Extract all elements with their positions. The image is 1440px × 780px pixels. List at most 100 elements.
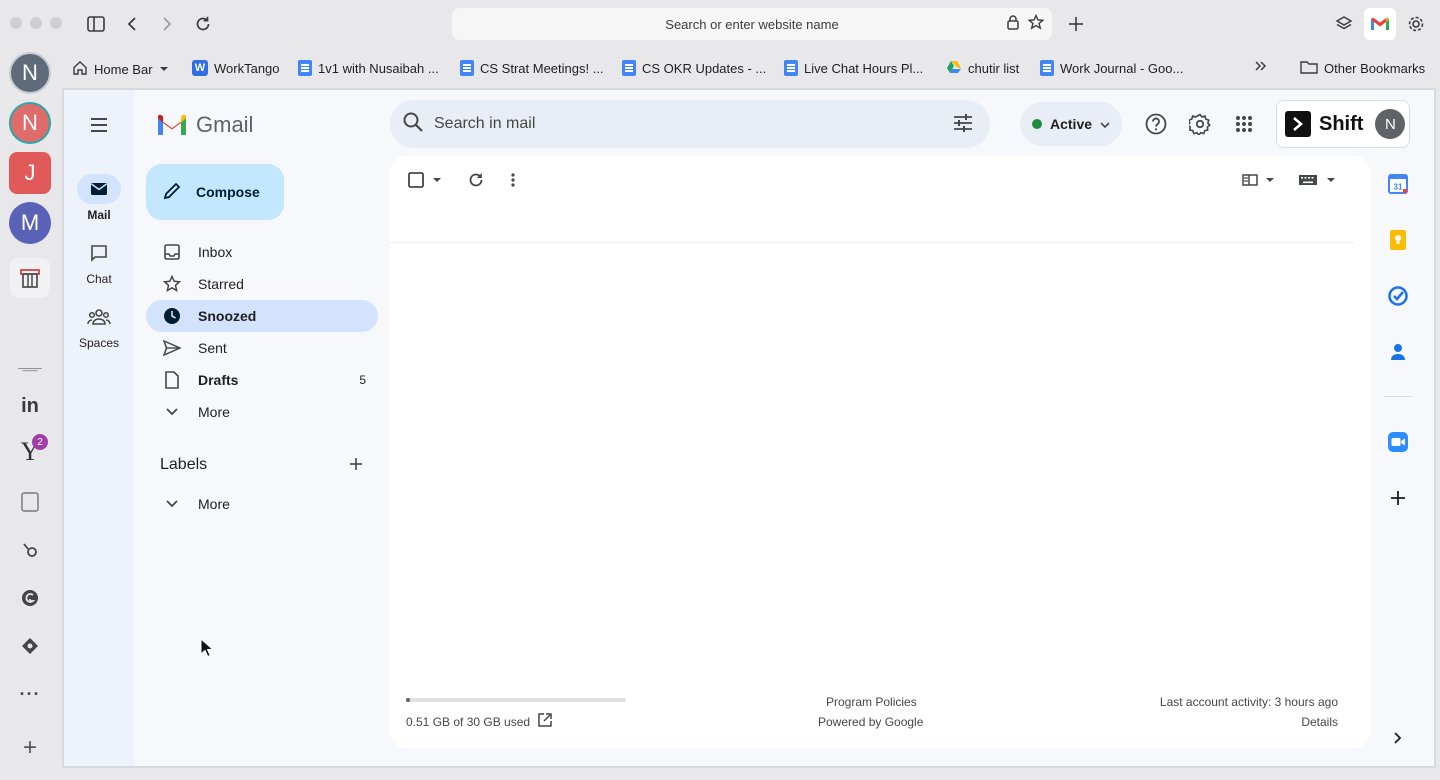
bookmark-home-bar[interactable]: Home Bar xyxy=(72,60,169,79)
forward-icon[interactable] xyxy=(155,12,179,36)
bookmark-label: Work Journal - Goo... xyxy=(1060,60,1184,76)
side-panel-rail: 31 xyxy=(1374,160,1422,760)
avatar[interactable]: M xyxy=(9,202,51,244)
notification-badge: 2 xyxy=(32,434,48,450)
calendar-icon[interactable]: 31 xyxy=(1386,172,1410,196)
avatar[interactable]: N xyxy=(9,52,51,94)
inbox-icon xyxy=(146,244,198,260)
new-tab-icon[interactable] xyxy=(1064,12,1088,36)
zoom-icon[interactable] xyxy=(1386,430,1410,454)
archive-app-icon[interactable] xyxy=(10,258,50,298)
bookmark-cs-strat[interactable]: CS Strat Meetings! ... xyxy=(460,60,604,76)
rail-chat-label: Chat xyxy=(86,272,112,286)
chevron-right-icon[interactable] xyxy=(1386,726,1410,750)
home-icon xyxy=(72,60,88,79)
calendar-day: 31 xyxy=(1394,183,1403,192)
input-tools-icon[interactable] xyxy=(1298,170,1338,190)
nav-starred[interactable]: Starred xyxy=(146,268,378,300)
bookmark-work-journal[interactable]: Work Journal - Goo... xyxy=(1040,60,1183,76)
divider-handle-icon[interactable] xyxy=(18,358,42,382)
bookmark-worktango[interactable]: W WorkTango xyxy=(192,60,280,76)
search-icon[interactable] xyxy=(402,111,424,138)
worktango-icon: W xyxy=(192,60,208,76)
bookmarks-bar: Home Bar W WorkTango 1v1 with Nusaibah .… xyxy=(60,52,1440,84)
add-label-icon[interactable] xyxy=(348,456,370,478)
layers-icon[interactable] xyxy=(1332,12,1356,36)
gmail-extension-icon[interactable] xyxy=(1364,8,1396,40)
refresh-icon[interactable] xyxy=(468,170,484,190)
labels-more[interactable]: More xyxy=(146,488,378,520)
minimize-window-button[interactable] xyxy=(30,17,42,29)
gmail-logo[interactable]: Gmail xyxy=(156,112,253,138)
reload-icon[interactable] xyxy=(191,12,215,36)
notes-icon[interactable] xyxy=(18,490,42,514)
nav-drafts[interactable]: Drafts 5 xyxy=(146,364,378,396)
rail-chat[interactable]: Chat xyxy=(64,238,134,286)
bookmark-label: Home Bar xyxy=(94,62,153,77)
labels-heading: Labels xyxy=(160,456,208,473)
bookmark-label: WorkTango xyxy=(214,60,280,76)
nav-more[interactable]: More xyxy=(146,396,378,428)
address-bar-placeholder: Search or enter website name xyxy=(665,16,839,32)
bookmark-1v1[interactable]: 1v1 with Nusaibah ... xyxy=(298,60,439,76)
diamond-icon[interactable] xyxy=(18,634,42,658)
yahoo-icon[interactable]: Y 2 xyxy=(18,434,48,466)
rail-spaces[interactable]: Spaces xyxy=(64,302,134,350)
folder-icon xyxy=(1300,60,1318,77)
bookmark-chutir-list[interactable]: chutir list xyxy=(946,60,1019,77)
more-bookmarks-icon[interactable] xyxy=(1254,60,1268,72)
close-window-button[interactable] xyxy=(10,17,22,29)
open-in-new-icon[interactable] xyxy=(538,713,552,730)
other-bookmarks[interactable]: Other Bookmarks xyxy=(1300,60,1425,77)
nav-inbox[interactable]: Inbox xyxy=(146,236,378,268)
linkedin-icon[interactable]: in xyxy=(18,394,42,418)
search-input[interactable] xyxy=(434,115,914,133)
nav-snoozed[interactable]: Snoozed xyxy=(146,300,378,332)
nav-label: Inbox xyxy=(198,244,233,260)
program-policies-link[interactable]: Program Policies xyxy=(826,695,917,709)
rail-mail[interactable]: Mail xyxy=(64,174,134,222)
bookmark-label: CS OKR Updates - ... xyxy=(642,60,767,76)
storage-usage-text[interactable]: 0.51 GB of 30 GB used xyxy=(406,715,530,729)
chevron-down-icon xyxy=(146,500,198,508)
keep-icon[interactable] xyxy=(1386,228,1410,252)
star-icon[interactable] xyxy=(1027,13,1045,33)
last-activity-text: Last account activity: 3 hours ago xyxy=(1159,695,1338,709)
shift-label: Shift xyxy=(1319,112,1364,135)
browser-settings-icon[interactable] xyxy=(1404,12,1428,36)
select-all-checkbox[interactable] xyxy=(408,170,442,190)
back-icon[interactable] xyxy=(120,12,144,36)
add-app-icon[interactable]: + xyxy=(18,734,42,761)
avatar[interactable]: J xyxy=(9,152,51,194)
bookmark-cs-okr[interactable]: CS OKR Updates - ... xyxy=(622,60,766,76)
nav-label: Starred xyxy=(198,276,244,292)
settings-icon[interactable] xyxy=(1188,112,1212,136)
status-dropdown[interactable]: Active xyxy=(1020,102,1122,146)
avatar[interactable]: N xyxy=(9,102,51,144)
sidebar-toggle-icon[interactable] xyxy=(84,12,108,36)
address-bar[interactable]: Search or enter website name xyxy=(452,8,1052,40)
contacts-icon[interactable] xyxy=(1386,340,1410,364)
search-options-icon[interactable] xyxy=(952,112,974,139)
split-pane-toggle-icon[interactable] xyxy=(1242,170,1276,190)
menu-icon[interactable] xyxy=(88,114,112,138)
bookmark-label: chutir list xyxy=(968,61,1020,76)
grammarly-icon[interactable] xyxy=(18,586,42,610)
zoom-window-button[interactable] xyxy=(50,17,62,29)
shift-account-switcher[interactable]: Shift N xyxy=(1276,100,1410,148)
more-options-icon[interactable] xyxy=(510,170,516,190)
help-icon[interactable] xyxy=(1144,112,1168,136)
details-link[interactable]: Details xyxy=(1301,715,1338,729)
nav-label: Sent xyxy=(198,340,227,356)
shift-logo-icon xyxy=(1285,111,1311,137)
apps-grid-icon[interactable] xyxy=(1232,112,1256,136)
bookmark-label: CS Strat Meetings! ... xyxy=(480,60,604,76)
compose-button[interactable]: Compose xyxy=(146,164,284,220)
nav-sent[interactable]: Sent xyxy=(146,332,378,364)
chevron-down-icon xyxy=(1100,116,1110,132)
bookmark-live-chat[interactable]: Live Chat Hours Pl... xyxy=(784,60,923,76)
more-apps-icon[interactable]: ··· xyxy=(18,682,42,706)
bitbucket-icon[interactable] xyxy=(18,538,42,562)
get-addons-icon[interactable] xyxy=(1386,486,1410,510)
tasks-icon[interactable] xyxy=(1386,284,1410,308)
